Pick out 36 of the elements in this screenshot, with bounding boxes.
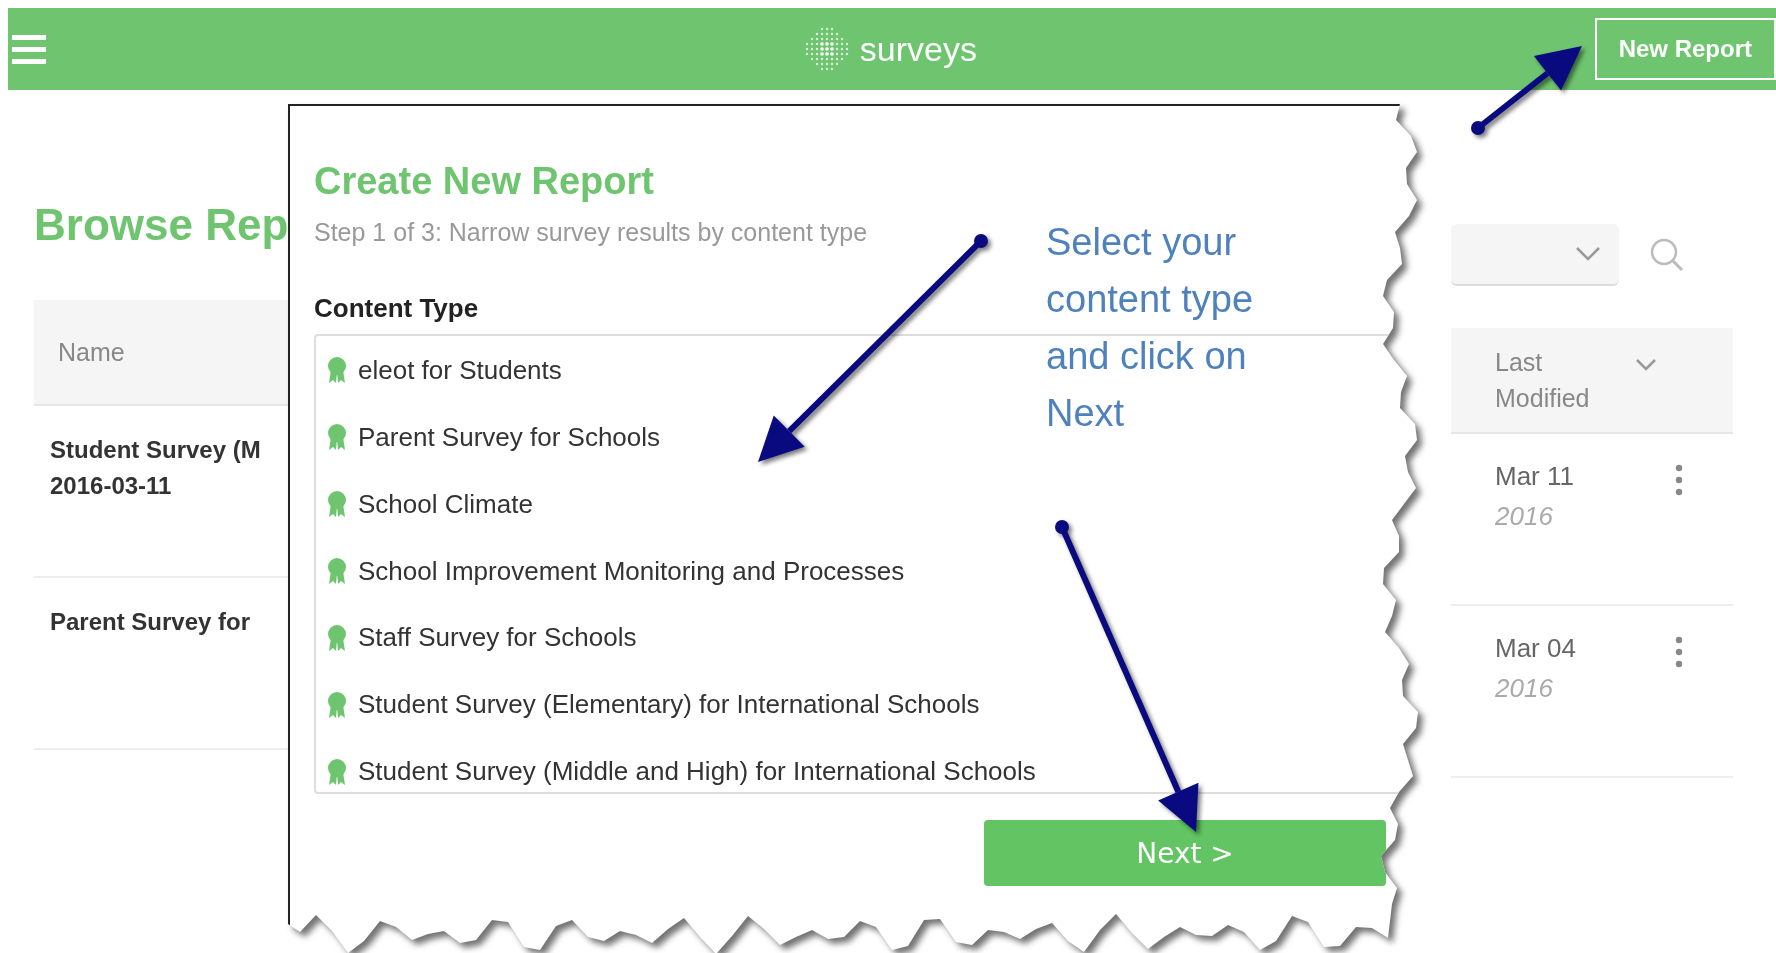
award-icon <box>326 423 348 452</box>
content-type-option[interactable]: Student Survey (Middle and High) for International Schools <box>358 756 1036 788</box>
modified-date: Mar 11 <box>1495 460 1575 493</box>
dialog-title: Create New Report <box>314 159 655 204</box>
modified-year: 2016 <box>1495 500 1554 533</box>
content-type-option[interactable]: School Climate <box>358 488 533 520</box>
page-title: Browse Rep <box>34 200 288 251</box>
more-options-icon[interactable] <box>1675 464 1683 496</box>
award-icon <box>326 757 348 786</box>
report-name: 2016-03-11 <box>50 471 172 501</box>
award-icon <box>326 490 348 519</box>
callout-text: Select your content type and click on Next <box>1046 220 1255 436</box>
award-icon <box>326 557 348 585</box>
content-type-option[interactable]: School Improvement Monitoring and Processes <box>358 555 905 587</box>
chevron-down-icon[interactable] <box>1635 358 1657 372</box>
content-type-option[interactable]: Student Survey (Elementary) for International Schools <box>358 689 980 721</box>
content-type-option[interactable]: eleot for Students <box>358 354 562 386</box>
step-text: Step 1 of 3: Narrow survey results by content type <box>314 218 868 247</box>
content-type-option[interactable]: Staff Survey for Schools <box>358 622 637 654</box>
table-row[interactable]: Mar 04 2016 <box>1451 606 1733 778</box>
modified-date: Mar 04 <box>1495 632 1577 665</box>
table-row[interactable]: Mar 11 2016 <box>1451 434 1733 606</box>
menu-icon[interactable] <box>12 33 46 65</box>
report-name: Student Survey (M <box>50 435 261 465</box>
more-options-icon[interactable] <box>1675 636 1683 668</box>
award-icon <box>326 623 348 652</box>
content-type-option[interactable]: Parent Survey for Schools <box>358 421 661 453</box>
field-label: Content Type <box>314 293 479 324</box>
report-name: Parent Survey for <box>50 607 251 637</box>
logo-text: surveys <box>859 29 977 69</box>
award-icon <box>326 356 348 385</box>
chevron-down-icon <box>1575 246 1601 262</box>
search-icon[interactable] <box>1649 237 1685 273</box>
modified-year: 2016 <box>1495 672 1554 705</box>
logo-icon <box>803 26 850 72</box>
award-icon <box>326 690 348 719</box>
